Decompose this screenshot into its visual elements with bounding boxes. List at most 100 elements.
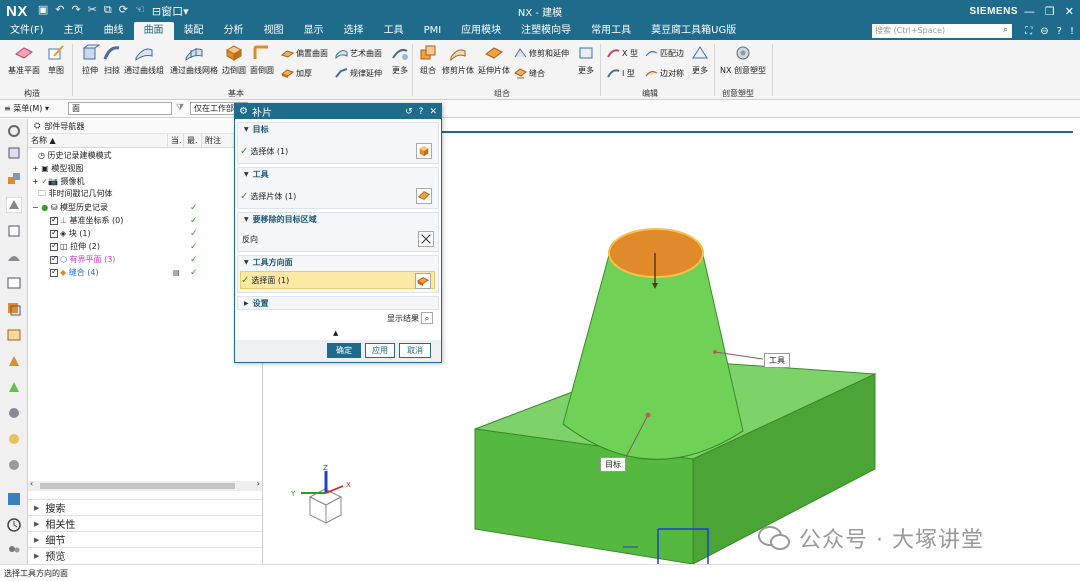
help-icon[interactable]: ? xyxy=(419,107,424,117)
process-studio-icon[interactable] xyxy=(6,327,22,343)
i-form-button[interactable]: I 型 xyxy=(607,67,635,79)
select-sheet-button-icon[interactable] xyxy=(416,188,432,204)
tree-row-bounded-plane[interactable]: ⬡ 有界平面 (3) ✓ xyxy=(28,253,262,266)
repeat-command-icon[interactable]: ⟳ xyxy=(119,3,128,19)
visibility-checkbox[interactable] xyxy=(50,254,58,264)
display-icon[interactable] xyxy=(6,491,22,507)
offset-surface-button[interactable]: 偏置曲面 xyxy=(281,47,328,59)
web-browser-icon[interactable] xyxy=(6,275,22,291)
system-materials-icon[interactable] xyxy=(6,431,22,447)
tree-row-block[interactable]: ◈ 块 (1) ✓ xyxy=(28,227,262,240)
search-icon[interactable]: ⌕ xyxy=(1003,25,1008,35)
tab-common-tools[interactable]: 常用工具 xyxy=(581,22,641,40)
through-curves-button[interactable]: 通过曲线组 xyxy=(124,44,164,76)
reset-icon[interactable]: ↺ xyxy=(405,107,413,117)
more-edit-button[interactable]: 更多 xyxy=(690,44,710,76)
section-settings-header[interactable]: ▶ 设置 xyxy=(238,297,438,310)
touch-mode-icon[interactable]: ☜ xyxy=(135,3,145,19)
reverse-direction-icon[interactable] xyxy=(418,231,434,247)
edge-symmetry-button[interactable]: 边对称 xyxy=(645,67,684,79)
combine-button[interactable]: 组合 xyxy=(418,44,438,76)
section-target-header[interactable]: ▼ 目标 xyxy=(238,123,438,136)
panel-preview[interactable]: ▶ 预览 xyxy=(28,547,262,563)
tree-row-model-views[interactable]: + ▣ 模型视图 xyxy=(28,162,262,175)
constraint-navigator-icon[interactable] xyxy=(6,171,22,187)
law-extension-button[interactable]: 规律延伸 xyxy=(335,67,382,79)
redo-icon[interactable]: ↷ xyxy=(71,3,80,19)
select-body-row[interactable]: ✓ 选择体 (1) xyxy=(240,142,435,160)
datum-plane-button[interactable]: 基准平面 xyxy=(8,44,40,76)
visibility-checkbox[interactable] xyxy=(50,228,58,238)
through-curve-mesh-button[interactable]: 通过曲线网格 xyxy=(170,44,218,76)
tree-row-extrude[interactable]: ◫ 拉伸 (2) ✓ xyxy=(28,240,262,253)
tab-view[interactable]: 视图 xyxy=(254,22,294,40)
art-surface-button[interactable]: 艺术曲面 xyxy=(335,47,382,59)
column-latest[interactable]: 最. xyxy=(184,134,202,147)
fullscreen-icon[interactable]: ⛶ xyxy=(1025,26,1032,37)
tab-curve[interactable]: 曲线 xyxy=(94,22,134,40)
tree-row-sew[interactable]: ◆ 缝合 (4) ▤ ✓ xyxy=(28,266,262,279)
undo-icon[interactable]: ↶ xyxy=(55,3,64,19)
select-sheet-row[interactable]: ✓ 选择片体 (1) xyxy=(240,187,435,205)
system-scene-icon[interactable] xyxy=(6,405,22,421)
tab-toolbox[interactable]: 莫豆腐工具箱UG版 xyxy=(641,22,746,40)
scrollbar-thumb[interactable] xyxy=(40,483,235,489)
visibility-checkbox[interactable] xyxy=(50,267,58,277)
gear-icon[interactable] xyxy=(6,123,22,139)
select-body-button-icon[interactable] xyxy=(416,143,432,159)
collapse-dialog-icon[interactable]: ▲ xyxy=(333,329,338,337)
ok-button[interactable]: 确定 xyxy=(327,343,361,358)
restore-icon[interactable]: ❐ xyxy=(1045,5,1055,18)
window-menu[interactable]: ⊟窗口▾ xyxy=(152,3,189,19)
history-icon[interactable] xyxy=(6,517,22,533)
x-form-button[interactable]: X 型 xyxy=(607,47,638,59)
cone-tool-surface[interactable] xyxy=(562,254,744,460)
sketch-button[interactable]: 草图 xyxy=(46,44,66,76)
dialog-close-icon[interactable]: ✕ xyxy=(429,107,437,117)
tree-row-history-mode[interactable]: ◷ 历史记录建模模式 xyxy=(28,149,262,162)
tab-assembly[interactable]: 装配 xyxy=(174,22,214,40)
show-results-icon[interactable]: ⌕ xyxy=(421,312,433,324)
apply-button[interactable]: 应用 xyxy=(365,343,395,358)
section-remove-region-header[interactable]: ▼ 要移除的目标区域 xyxy=(238,213,438,226)
tree-row-non-timestamp[interactable]: 🗀 非时间戳记几何体 xyxy=(28,188,262,201)
reuse-library-icon[interactable] xyxy=(6,223,22,239)
panel-details[interactable]: ▶ 细节 xyxy=(28,531,262,547)
more-basic-button[interactable]: 更多 xyxy=(390,44,410,76)
select-face-row[interactable]: ✓ 选择面 (1) xyxy=(240,271,435,289)
tab-home[interactable]: 主页 xyxy=(54,22,94,40)
filter-icon[interactable]: ⧩ xyxy=(176,103,184,113)
minimize-icon[interactable]: — xyxy=(1024,5,1035,18)
tab-pmi[interactable]: PMI xyxy=(414,22,452,40)
panel-dependencies[interactable]: ▶ 相关性 xyxy=(28,515,262,531)
tab-applications[interactable]: 应用模块 xyxy=(451,22,511,40)
people-icon[interactable] xyxy=(6,543,22,559)
thicken-button[interactable]: 加厚 xyxy=(281,67,312,79)
edge-blend-button[interactable]: 边倒圆 xyxy=(222,44,246,76)
face-blend-button[interactable]: 面倒圆 xyxy=(250,44,274,76)
tree-row-model-history[interactable]: − ● ⛁ 模型历史记录 ✓ xyxy=(28,201,262,214)
nx-realize-shape-button[interactable]: NX 创意塑型 xyxy=(720,44,766,76)
column-current[interactable]: 当. xyxy=(168,134,184,147)
section-tool-header[interactable]: ▼ 工具 xyxy=(238,168,438,181)
type-filter-dropdown[interactable]: 面 xyxy=(68,102,172,115)
extrude-button[interactable]: 拉伸 xyxy=(80,44,100,76)
scroll-right-icon[interactable]: › xyxy=(257,479,260,488)
tab-surface[interactable]: 曲面 xyxy=(133,22,174,40)
help-icon[interactable]: ? xyxy=(1057,26,1062,37)
tab-mold-wizard[interactable]: 注塑模向导 xyxy=(511,22,581,40)
sweep-button[interactable]: 扫掠 xyxy=(102,44,122,76)
tab-display[interactable]: 显示 xyxy=(294,22,334,40)
manufacturing-wizards-icon[interactable] xyxy=(6,353,22,369)
tool-direction-face[interactable] xyxy=(608,228,704,278)
panel-search[interactable]: ▶ 搜索 xyxy=(28,499,262,515)
dialog-titlebar[interactable]: ⚙ 补片 ↺ ? ✕ xyxy=(235,104,441,119)
trim-sheet-button[interactable]: 修剪片体 xyxy=(442,44,474,76)
history-palette-icon[interactable] xyxy=(6,301,22,317)
menu-file[interactable]: 文件(F) xyxy=(0,22,54,40)
settings-icon[interactable]: ⊖ xyxy=(1040,26,1048,37)
role-icon[interactable] xyxy=(6,379,22,395)
hd3d-tools-icon[interactable] xyxy=(6,249,22,265)
part-navigator-icon[interactable] xyxy=(6,197,22,213)
select-face-button-icon[interactable] xyxy=(415,273,431,289)
